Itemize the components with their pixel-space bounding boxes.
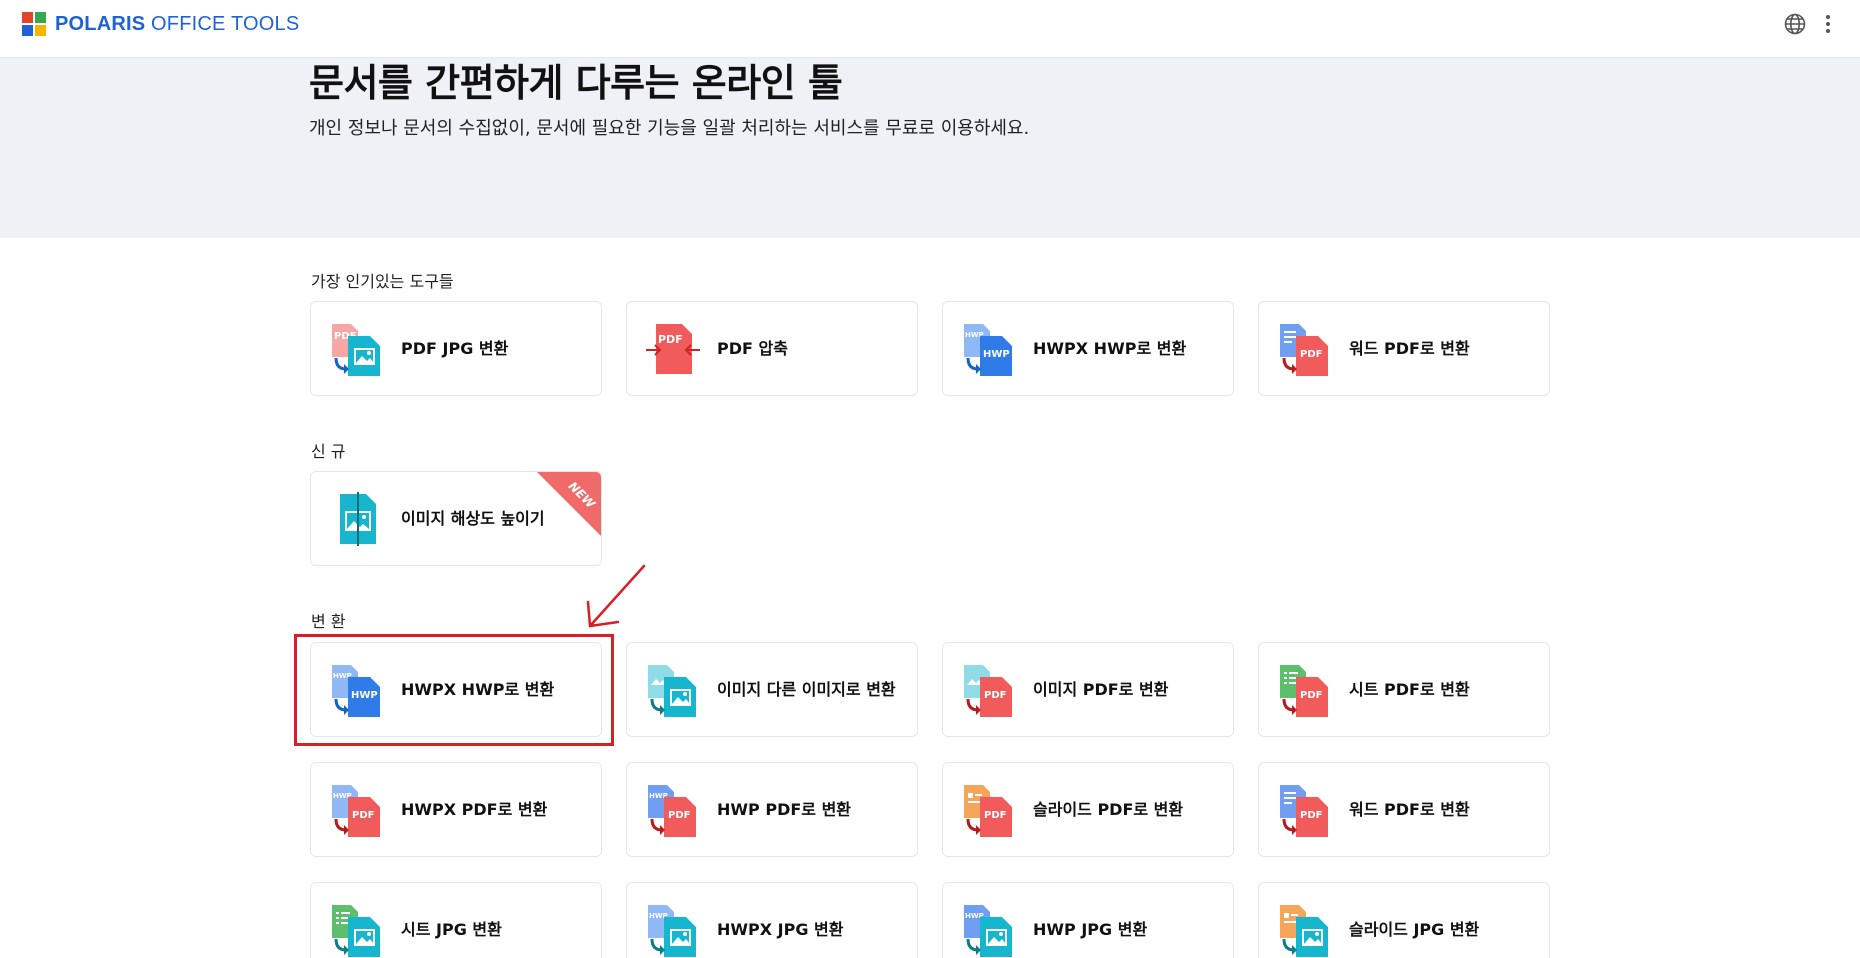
tool-card-sheet-to-jpg[interactable]: 시트 JPG 변환 (310, 882, 602, 958)
hwpx-to-jpg-icon: HWP (646, 903, 700, 957)
annotation-arrow-icon (586, 564, 646, 628)
hwpx-to-hwp-icon: HWP HWP (330, 663, 384, 717)
hwp-to-pdf-icon: HWP PDF (646, 783, 700, 837)
tool-card-label: 이미지 다른 이미지로 변환 (717, 680, 896, 699)
tool-card-label: PDF 압축 (717, 339, 788, 358)
image-to-pdf-icon: PDF (962, 663, 1016, 717)
image-to-image-icon (646, 663, 700, 717)
polaris-logo-mark (22, 12, 46, 36)
tool-card-image-to-pdf[interactable]: PDF 이미지 PDF로 변환 (942, 642, 1234, 737)
top-bar: POLARIS OFFICE TOOLS (0, 0, 1860, 58)
hero-title: 문서를 간편하게 다루는 온라인 툴 (309, 61, 843, 105)
logo-text-rest: OFFICE TOOLS (145, 12, 300, 35)
tool-card-label: 시트 PDF로 변환 (1349, 680, 1470, 699)
tool-card-label: 슬라이드 JPG 변환 (1349, 920, 1480, 939)
tool-card-sheet-to-pdf[interactable]: PDF 시트 PDF로 변환 (1258, 642, 1550, 737)
tool-card-hwp-to-jpg[interactable]: HWP HWP JPG 변환 (942, 882, 1234, 958)
tool-card-word-to-pdf[interactable]: PDF 워드 PDF로 변환 (1258, 762, 1550, 857)
section-title-popular: 가장 인기있는 도구들 (311, 272, 454, 291)
tool-card-label: HWP PDF로 변환 (717, 800, 852, 819)
svg-text:PDF: PDF (658, 333, 683, 346)
tool-card-image-to-image[interactable]: 이미지 다른 이미지로 변환 (626, 642, 918, 737)
section-title-new: 신 규 (311, 442, 346, 461)
hwpx-to-hwp-icon: HWP HWP (962, 322, 1016, 376)
section-title-convert: 변 환 (311, 612, 346, 631)
tool-card-pdf-to-jpg[interactable]: PDF PDF JPG 변환 (310, 301, 602, 396)
slide-to-pdf-icon: PDF (962, 783, 1016, 837)
word-to-pdf-icon: PDF (1278, 783, 1332, 837)
svg-text:PDF: PDF (1300, 810, 1322, 821)
tool-card-label: HWPX JPG 변환 (717, 920, 844, 939)
tool-card-label: HWPX HWP로 변환 (1033, 339, 1187, 358)
tool-card-label: 이미지 PDF로 변환 (1033, 680, 1169, 699)
tool-card-label: PDF JPG 변환 (401, 339, 509, 358)
logo-text: POLARIS OFFICE TOOLS (55, 13, 299, 36)
tool-card-label: HWPX HWP로 변환 (401, 680, 555, 699)
svg-text:HWP: HWP (351, 690, 378, 701)
tool-card-hwpx-to-jpg[interactable]: HWP HWPX JPG 변환 (626, 882, 918, 958)
polaris-logo[interactable]: POLARIS OFFICE TOOLS (22, 12, 299, 36)
tool-card-slide-to-jpg[interactable]: 슬라이드 JPG 변환 (1258, 882, 1550, 958)
svg-text:PDF: PDF (668, 810, 690, 821)
pdf-to-jpg-icon: PDF (330, 322, 384, 376)
svg-text:PDF: PDF (984, 690, 1006, 701)
globe-icon[interactable] (1783, 12, 1807, 36)
svg-text:PDF: PDF (352, 810, 374, 821)
tool-card-pdf-compress[interactable]: PDF PDF 압축 (626, 301, 918, 396)
logo-text-bold: POLARIS (55, 12, 146, 35)
svg-text:PDF: PDF (1300, 349, 1322, 360)
tool-card-hwp-to-pdf[interactable]: HWP PDF HWP PDF로 변환 (626, 762, 918, 857)
tool-card-label: 워드 PDF로 변환 (1349, 800, 1470, 819)
svg-text:PDF: PDF (1300, 690, 1322, 701)
pdf-compress-icon: PDF (646, 322, 700, 376)
more-menu-icon[interactable] (1816, 12, 1840, 36)
image-upscale-icon (330, 491, 384, 546)
hwpx-to-pdf-icon: HWP PDF (330, 783, 384, 837)
hero-banner: 문서를 간편하게 다루는 온라인 툴 개인 정보나 문서의 수집없이, 문서에 … (0, 58, 1860, 238)
tool-card-label: HWP JPG 변환 (1033, 920, 1148, 939)
hero-subtitle: 개인 정보나 문서의 수집없이, 문서에 필요한 기능을 일괄 처리하는 서비스… (309, 118, 1030, 139)
tool-card-hwpx-to-hwp[interactable]: HWP HWP HWPX HWP로 변환 (942, 301, 1234, 396)
tool-card-slide-to-pdf[interactable]: PDF 슬라이드 PDF로 변환 (942, 762, 1234, 857)
tool-card-label: 워드 PDF로 변환 (1349, 339, 1470, 358)
tool-card-word-to-pdf[interactable]: PDF 워드 PDF로 변환 (1258, 301, 1550, 396)
svg-text:HWP: HWP (983, 349, 1010, 360)
tool-card-label: 이미지 해상도 높이기 (401, 509, 545, 528)
tool-card-image-upscale[interactable]: 이미지 해상도 높이기 NEW (310, 471, 602, 566)
tool-card-hwpx-to-pdf[interactable]: HWP PDF HWPX PDF로 변환 (310, 762, 602, 857)
new-badge: NEW (537, 472, 601, 536)
tool-card-label: 시트 JPG 변환 (401, 920, 502, 939)
tool-card-hwpx-to-hwp[interactable]: HWP HWP HWPX HWP로 변환 (310, 642, 602, 737)
tool-card-label: HWPX PDF로 변환 (401, 800, 548, 819)
tool-card-label: 슬라이드 PDF로 변환 (1033, 800, 1184, 819)
sheet-to-jpg-icon (330, 903, 384, 957)
slide-to-jpg-icon (1278, 903, 1332, 957)
hwp-to-jpg-icon: HWP (962, 903, 1016, 957)
svg-text:PDF: PDF (984, 810, 1006, 821)
sheet-to-pdf-icon: PDF (1278, 663, 1332, 717)
word-to-pdf-icon: PDF (1278, 322, 1332, 376)
